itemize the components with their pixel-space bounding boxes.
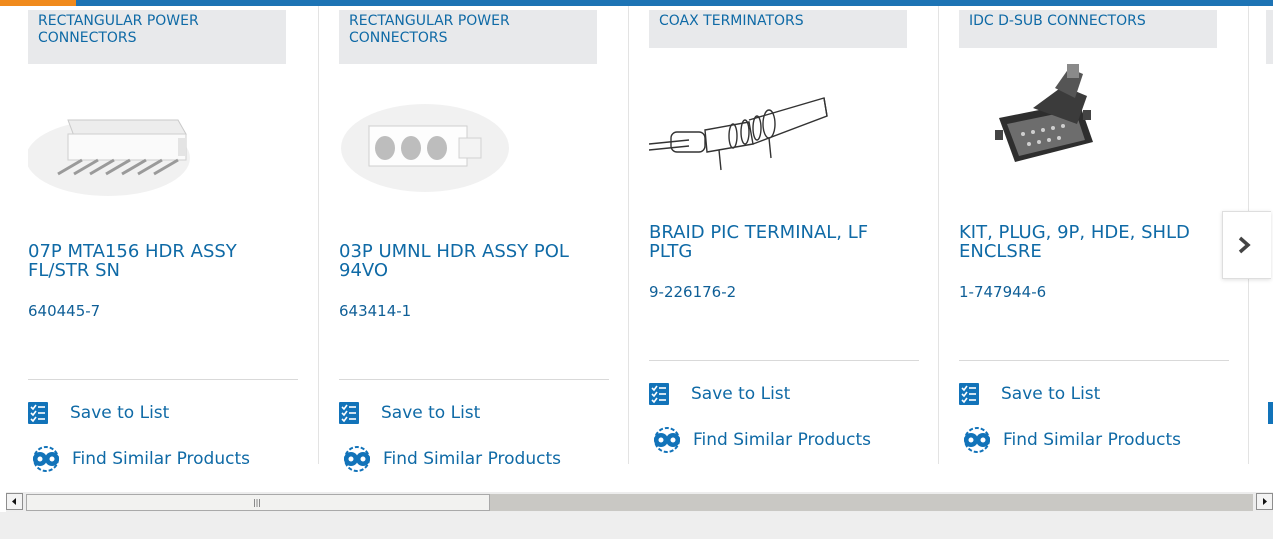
card-separator (938, 6, 939, 464)
save-to-list-button[interactable]: Save to List (28, 402, 169, 424)
part-number[interactable]: 640445-7 (28, 302, 100, 320)
product-title[interactable]: BRAID PIC TERMINAL, LF PLTG (649, 223, 911, 261)
product-category[interactable]: RECTANGULAR POWER CONNECTORS (339, 10, 597, 64)
product-title[interactable]: 03P UMNL HDR ASSY POL 94VO (339, 242, 601, 280)
horizontal-scrollbar[interactable] (6, 492, 1273, 512)
binoculars-gear-icon (33, 446, 59, 472)
product-title[interactable]: 07P MTA156 HDR ASSY FL/STR SN (28, 242, 290, 280)
save-to-list-button[interactable]: Save to List (339, 402, 480, 424)
find-similar-label: Find Similar Products (1003, 430, 1181, 450)
product-card: COAX TERMINATORS BRAID PIC TERMINAL, LF … (648, 6, 919, 474)
binoculars-gear-icon (344, 446, 370, 472)
save-to-list-label: Save to List (691, 384, 791, 404)
binoculars-gear-icon (964, 427, 990, 453)
find-similar-button[interactable]: Find Similar Products (339, 446, 561, 472)
product-image[interactable] (959, 58, 1229, 188)
checklist-icon (28, 402, 48, 424)
product-category[interactable]: IDC D-SUB CONNECTORS (959, 10, 1217, 48)
card-divider (339, 379, 609, 380)
product-card: RECTANGULAR POWER CONNECTORS 03P UMNL HD… (339, 6, 609, 474)
binoculars-gear-icon (654, 427, 680, 453)
save-to-list-label: Save to List (70, 403, 170, 423)
product-carousel: RECTANGULAR POWER CONNECTORS 07P MTA156 … (0, 0, 1273, 490)
save-to-list-button[interactable]: Save to List (959, 383, 1100, 405)
product-category[interactable]: RECTANGULAR POWER CONNECTORS (28, 10, 286, 64)
find-similar-label: Find Similar Products (72, 449, 250, 469)
scroll-left-button[interactable] (6, 493, 23, 510)
part-number[interactable]: 643414-1 (339, 302, 411, 320)
scroll-right-button[interactable] (1256, 493, 1273, 510)
card-separator (318, 6, 319, 464)
checklist-icon (339, 402, 359, 424)
card-divider (28, 379, 298, 380)
product-image[interactable] (648, 58, 919, 188)
triangle-left-icon (12, 498, 16, 505)
product-image[interactable] (339, 78, 609, 208)
save-to-list-label: Save to List (381, 403, 481, 423)
save-to-list-button[interactable]: Save to List (649, 383, 790, 405)
triangle-right-icon (1263, 498, 1267, 505)
chevron-right-icon (1238, 236, 1251, 254)
product-card: RECTANGULAR POWER CONNECTORS 07P MTA156 … (26, 6, 298, 474)
scrollbar-thumb[interactable] (26, 494, 490, 511)
card-separator (628, 6, 629, 464)
find-similar-label: Find Similar Products (693, 430, 871, 450)
part-number[interactable]: 9-226176-2 (649, 283, 736, 301)
card-divider (959, 360, 1229, 361)
product-image[interactable] (26, 78, 298, 208)
part-number[interactable]: 1-747944-6 (959, 283, 1046, 301)
card-divider (649, 360, 919, 361)
bottom-panel (0, 512, 1273, 539)
find-similar-label: Find Similar Products (383, 449, 561, 469)
product-card: IDC D-SUB CONNECTORS KIT, PLUG, 9P, HDE,… (959, 6, 1229, 474)
find-similar-button[interactable]: Find Similar Products (28, 446, 250, 472)
save-to-list-label: Save to List (1001, 384, 1101, 404)
find-similar-button[interactable]: Find Similar Products (959, 427, 1181, 453)
checklist-icon (959, 383, 979, 405)
carousel-next-button[interactable] (1222, 211, 1271, 279)
product-category[interactable]: COAX TERMINATORS (649, 10, 907, 48)
product-title[interactable]: KIT, PLUG, 9P, HDE, SHLD ENCLSRE (959, 223, 1221, 261)
grip-icon (254, 499, 260, 507)
find-similar-button[interactable]: Find Similar Products (649, 427, 871, 453)
checklist-icon (649, 383, 669, 405)
